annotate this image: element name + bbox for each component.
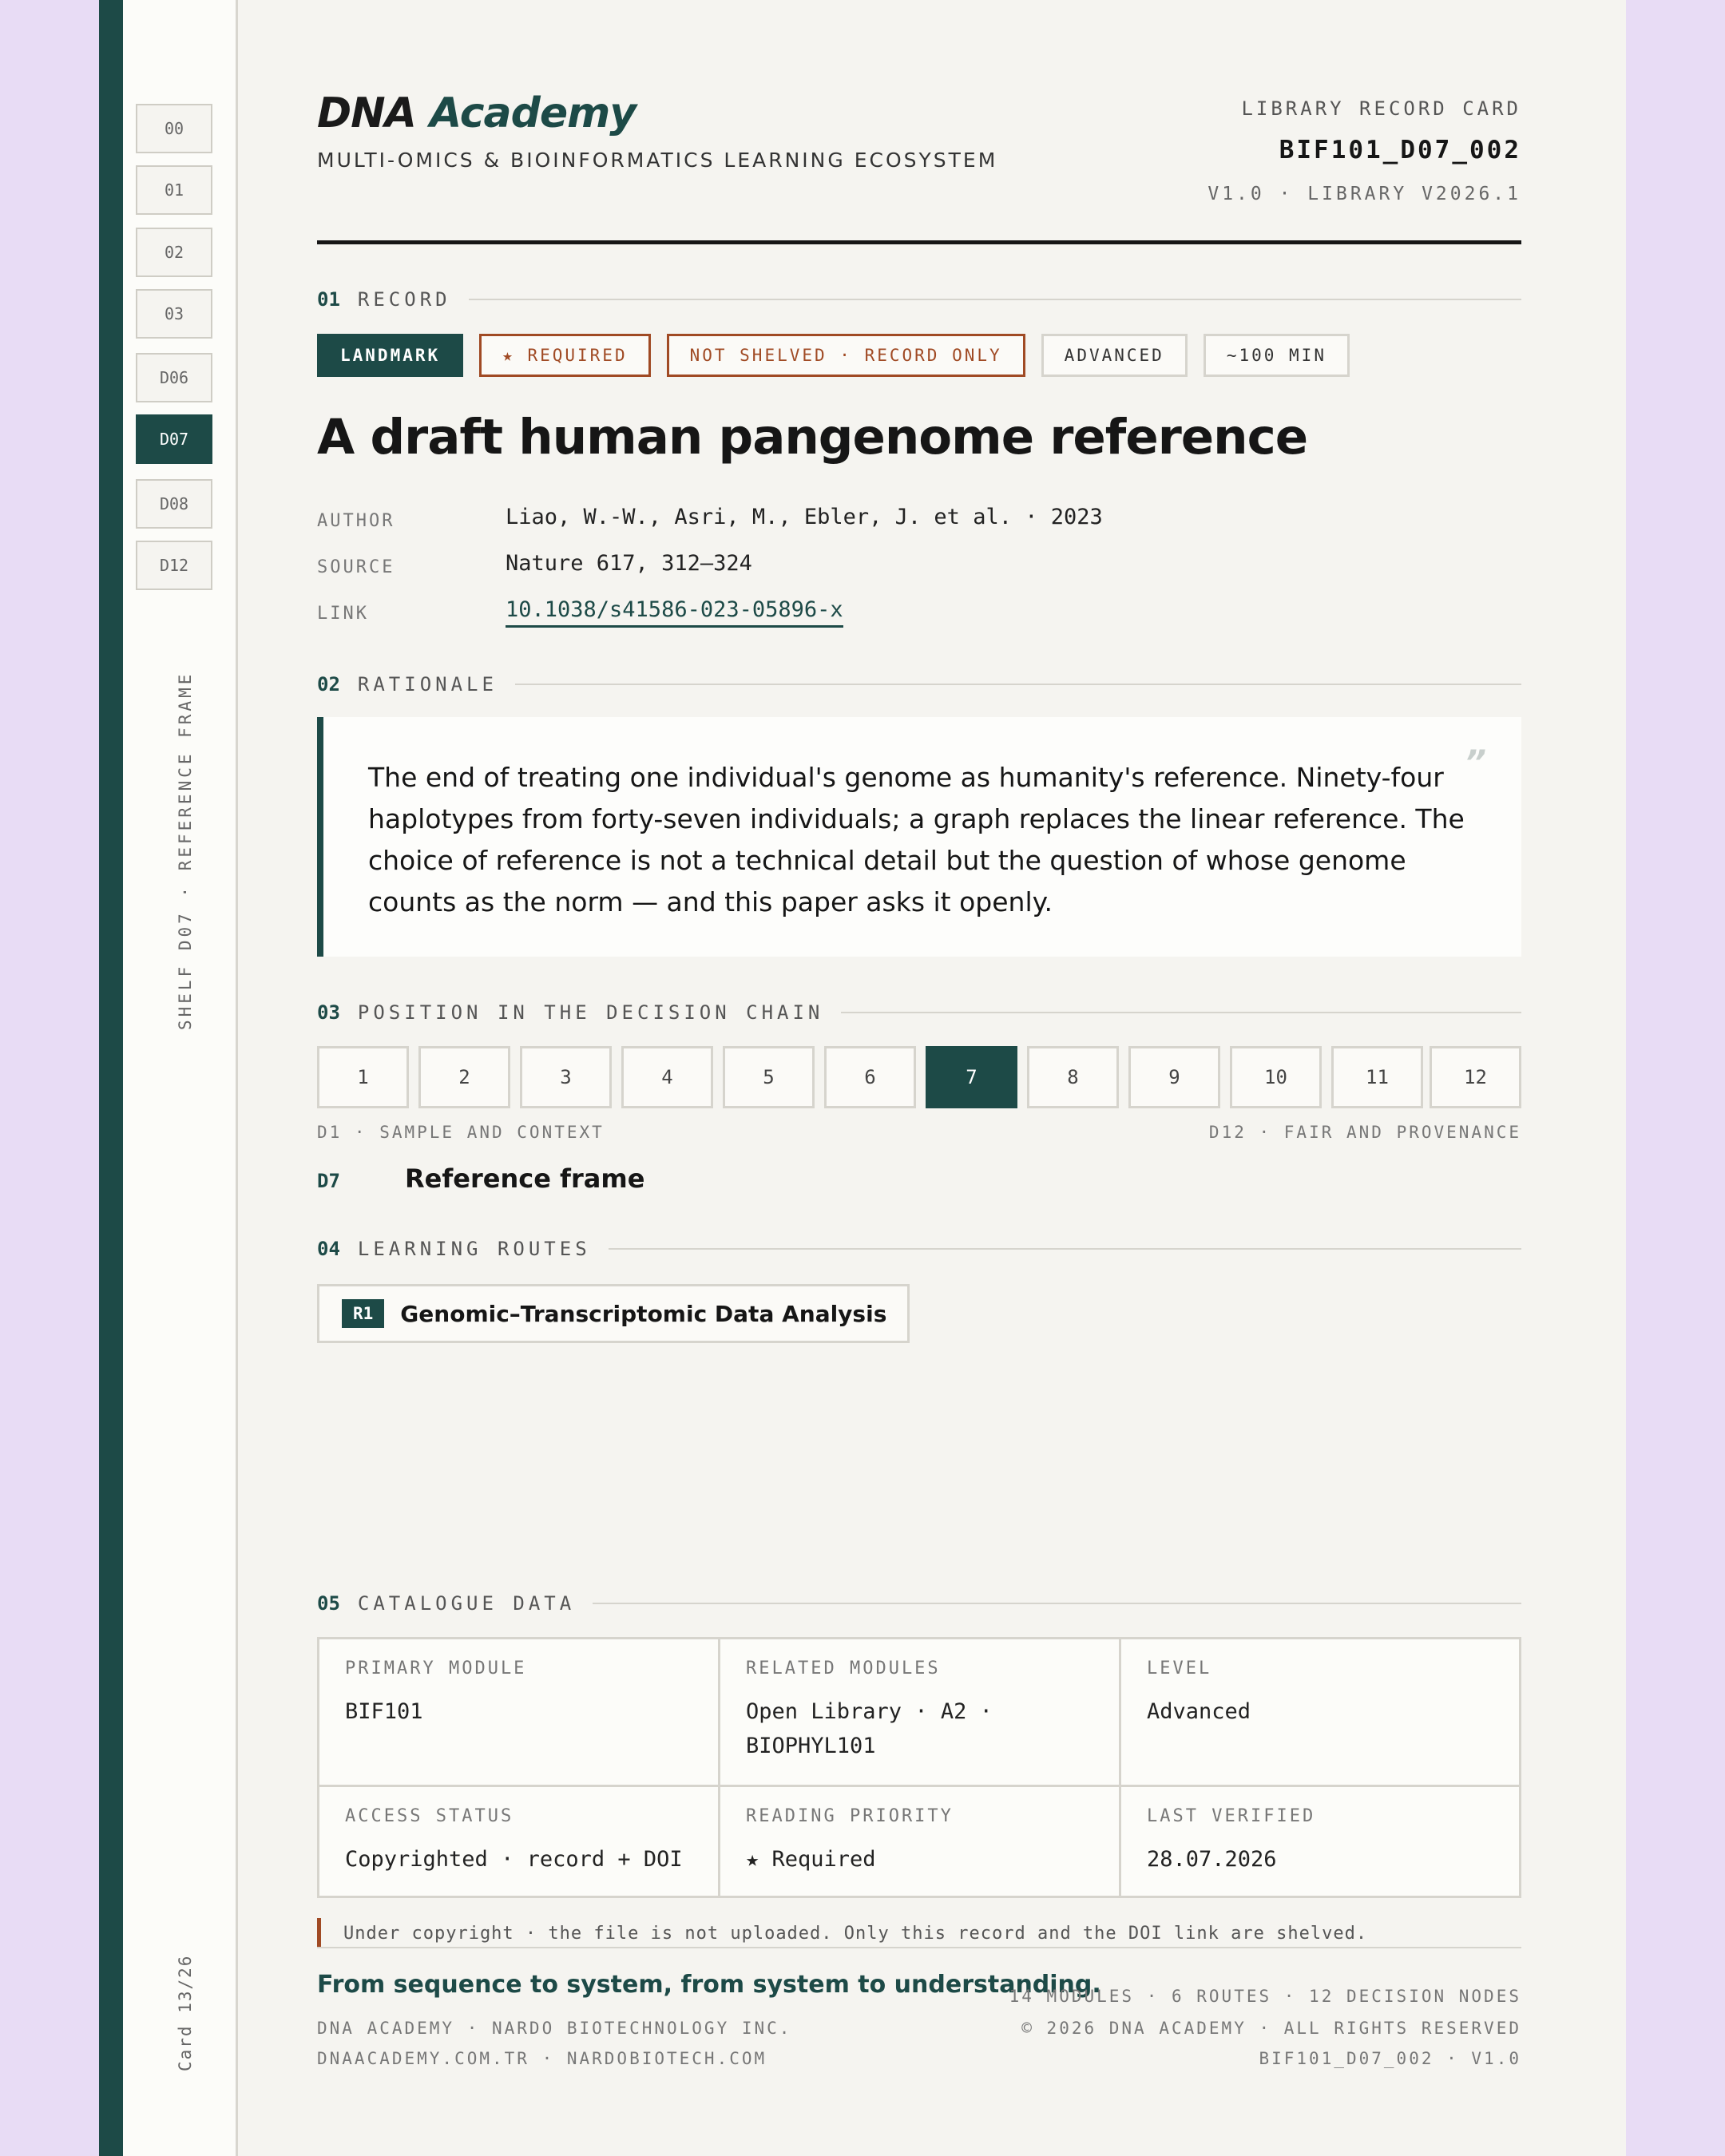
rail-accent-bar [99,0,123,2156]
brand-logo: DNA Academy [317,89,636,137]
footer-websites[interactable]: DNAACADEMY.COM.TR · NARDOBIOTECH.COM [317,2049,767,2068]
author-value: Liao, W.-W., Asri, M., Ebler, J. et al. … [506,505,1103,529]
catalogue-reading-priority: READING PRIORITY ★ Required [720,1787,1121,1896]
current-node-label: Reference frame [405,1163,645,1194]
section-decision-chain-heading: 03 POSITION IN THE DECISION CHAIN [317,1001,1521,1024]
catalogue-related-modules: RELATED MODULES Open Library · A2 · BIOPH… [720,1639,1121,1787]
chain-node-4[interactable]: 4 [621,1046,713,1108]
learning-route-r1[interactable]: R1 Genomic–Transcriptomic Data Analysis [317,1284,910,1343]
footer-copyright: © 2026 DNA ACADEMY · ALL RIGHTS RESERVED [1021,2019,1521,2038]
chain-node-6[interactable]: 6 [824,1046,916,1108]
section-learning-routes-heading: 04 LEARNING ROUTES [317,1237,1521,1261]
footer-record-code: BIF101_D07_002 · V1.0 [1259,2049,1521,2068]
chain-node-11[interactable]: 11 [1331,1046,1423,1108]
rail-item-01[interactable]: 01 [136,165,212,215]
brand-tagline: MULTI-OMICS & BIOINFORMATICS LEARNING EC… [317,149,998,172]
footer-company: DNA ACADEMY · NARDO BIOTECHNOLOGY INC. [317,2019,792,2038]
footer-stats: 14 MODULES · 6 ROUTES · 12 DECISION NODE… [1009,1987,1521,2006]
chain-node-7[interactable]: 7 [926,1046,1017,1108]
rail-item-02[interactable]: 02 [136,228,212,277]
record-label: LIBRARY RECORD CARD [1241,97,1521,120]
record-version: V1.0 · LIBRARY V2026.1 [1208,184,1521,204]
chain-node-12[interactable]: 12 [1430,1046,1521,1108]
source-value: Nature 617, 312–324 [506,551,752,576]
chain-node-1[interactable]: 1 [317,1046,409,1108]
link-label: LINK [317,604,369,624]
record-tags: LANDMARK ★ REQUIRED NOT SHELVED · RECORD… [317,334,1350,377]
chain-end-label: D12 · FAIR AND PROVENANCE [1208,1123,1521,1142]
section-rationale-heading: 02 RATIONALE [317,672,1521,696]
rail-item-d08[interactable]: D08 [136,479,212,529]
catalogue-primary-module: PRIMARY MODULE BIF101 [319,1639,720,1787]
copyright-notice: Under copyright · the file is not upload… [317,1918,1521,1948]
route-badge: R1 [342,1299,385,1328]
chain-node-3[interactable]: 3 [520,1046,612,1108]
current-node-code: D7 [317,1170,340,1192]
author-label: AUTHOR [317,511,395,531]
catalogue-access-status: ACCESS STATUS Copyrighted · record + DOI [319,1787,720,1896]
route-label: Genomic–Transcriptomic Data Analysis [400,1300,887,1327]
quote-mark-icon: ” [1464,743,1486,782]
catalogue-level: LEVEL Advanced [1121,1639,1519,1787]
tag-required: ★ REQUIRED [479,334,651,377]
chain-node-2[interactable]: 2 [418,1046,510,1108]
chain-start-label: D1 · SAMPLE AND CONTEXT [317,1123,605,1142]
section-record-heading: 01 RECORD [317,287,1521,311]
decision-chain: 1 2 3 4 5 6 7 8 9 10 11 12 [317,1046,1521,1108]
footer-divider [317,1947,1521,1948]
header-divider [317,240,1521,244]
rail-item-d06[interactable]: D06 [136,353,212,402]
chain-node-10[interactable]: 10 [1230,1046,1322,1108]
tag-level: ADVANCED [1041,334,1188,377]
link-wrapper: 10.1038/s41586-023-05896-x [506,597,843,628]
tag-shelf-status: NOT SHELVED · RECORD ONLY [666,334,1025,377]
rationale-quote: The end of treating one individual's gen… [317,717,1521,957]
section-catalogue-heading: 05 CATALOGUE DATA [317,1591,1521,1615]
tag-duration: ~100 MIN [1203,334,1350,377]
source-label: SOURCE [317,557,395,577]
doi-link[interactable]: 10.1038/s41586-023-05896-x [506,597,843,628]
chain-node-5[interactable]: 5 [723,1046,815,1108]
rail-item-03[interactable]: 03 [136,289,212,339]
footer-motto: From sequence to system, from system to … [317,1971,1101,1999]
rail-item-d07[interactable]: D07 [136,414,212,464]
chain-node-8[interactable]: 8 [1027,1046,1119,1108]
rail-item-00[interactable]: 00 [136,104,212,153]
tag-landmark: LANDMARK [317,334,464,377]
rail-item-d12[interactable]: D12 [136,541,212,590]
catalogue-last-verified: LAST VERIFIED 28.07.2026 [1147,1806,1316,1872]
record-title: A draft human pangenome reference [317,409,1308,466]
catalogue-table: PRIMARY MODULE BIF101 RELATED MODULES Op… [317,1637,1521,1898]
record-code: BIF101_D07_002 [1279,136,1521,164]
shelf-rail: 00 01 02 03 D06 D07 D08 D12 SHELF D07 · … [123,0,238,2156]
chain-node-9[interactable]: 9 [1128,1046,1220,1108]
